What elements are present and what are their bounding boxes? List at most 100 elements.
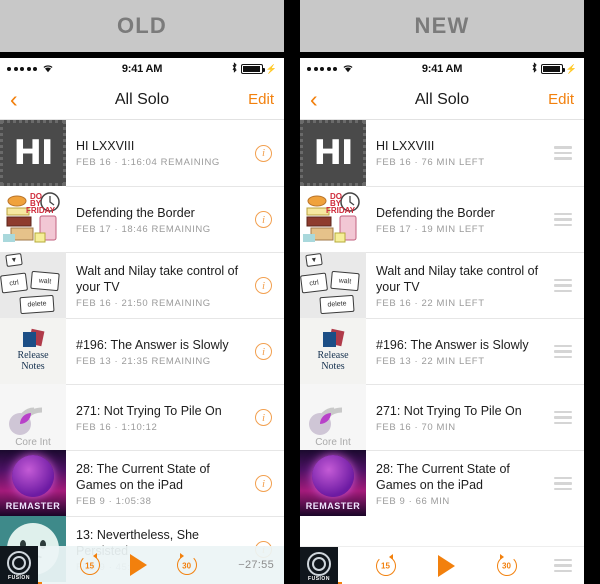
reorder-handle-icon[interactable]: [554, 410, 572, 425]
reorder-handle-icon[interactable]: [554, 212, 572, 227]
episode-title: Walt and Nilay take control of your TV: [76, 263, 239, 294]
phone-screen-old: 9:41 AM ⚡ ‹ All Solo Edit HI HI LXXVIII …: [0, 58, 284, 584]
panel-caption-old: OLD: [0, 0, 284, 52]
key-walt: walt: [30, 270, 60, 292]
artwork-core-int-label: Core Int: [315, 437, 351, 448]
episode-title: 271: Not Trying To Pile On: [76, 403, 222, 418]
artwork-remaster-label: REMASTER: [305, 501, 361, 511]
info-icon[interactable]: i: [255, 475, 272, 492]
artwork-ctrl-walt-delete: ▼ ctrl walt delete: [300, 252, 366, 318]
info-icon[interactable]: i: [255, 211, 272, 228]
artwork-hi: HI: [300, 120, 366, 186]
skip-back-15-icon[interactable]: 15: [79, 553, 100, 575]
episode-title: #196: The Answer is Slowly: [76, 337, 229, 352]
episode-title: HI LXXVIII: [76, 139, 135, 153]
table-row[interactable]: DO BY FRIDAY Defending the Border FEB 17…: [0, 186, 284, 252]
episode-meta: FEB 16 · 1:10:12: [76, 421, 158, 433]
artwork-release-notes-line1: Release: [317, 349, 349, 361]
info-icon[interactable]: i: [255, 277, 272, 294]
reorder-handle-icon[interactable]: [554, 344, 572, 359]
edit-button-old[interactable]: Edit: [248, 91, 274, 108]
episode-meta: FEB 16 · 70 MIN: [376, 421, 456, 433]
edit-button-new[interactable]: Edit: [548, 91, 574, 108]
episode-list-new[interactable]: HI HI LXXVIII FEB 16 · 76 MIN LEFT DO BY…: [300, 120, 584, 584]
table-row[interactable]: DO BY FRIDAY Defending the Border FEB 17…: [300, 186, 584, 252]
info-icon[interactable]: i: [255, 343, 272, 360]
page-title-old: All Solo: [114, 90, 170, 108]
table-row[interactable]: Release Notes #196: The Answer is Slowly…: [0, 318, 284, 384]
episode-title: #196: The Answer is Slowly: [376, 337, 529, 352]
skip-forward-30-icon[interactable]: 30: [496, 553, 517, 576]
row-texts: HI LXXVIII FEB 16 · 1:16:04 REMAINING: [76, 134, 247, 172]
fusion-label: FUSION: [308, 575, 330, 582]
now-playing-artwork-old[interactable]: FUSION: [0, 546, 38, 584]
panel-new: NEW 9:41 AM ⚡ ‹ All Solo Edit HI HI LXXV…: [300, 0, 584, 584]
row-texts: 271: Not Trying To Pile On FEB 16 · 1:10…: [76, 399, 247, 437]
play-icon[interactable]: [129, 554, 147, 576]
queue-handle-icon[interactable]: [554, 558, 572, 573]
status-bar-old: 9:41 AM ⚡: [0, 58, 284, 80]
episode-meta: FEB 16 · 22 MIN LEFT: [376, 297, 485, 309]
artwork-core-intuition: Core Int: [0, 384, 66, 450]
episode-meta: FEB 17 · 19 MIN LEFT: [376, 223, 485, 235]
table-row[interactable]: ▼ ctrl walt delete Walt and Nilay take c…: [300, 252, 584, 318]
reorder-handle-icon[interactable]: [554, 278, 572, 293]
table-row[interactable]: Release Notes #196: The Answer is Slowly…: [300, 318, 584, 384]
now-playing-bar-new[interactable]: FUSION 15 30: [300, 546, 584, 584]
key-ctrl: ctrl: [300, 272, 328, 294]
artwork-remaster: REMASTER: [0, 450, 66, 516]
episode-meta: FEB 16 · 1:16:04 REMAINING: [76, 157, 220, 168]
table-row[interactable]: Core Int 271: Not Trying To Pile On FEB …: [300, 384, 584, 450]
artwork-hi-label: HI: [313, 133, 353, 173]
episode-title: 28: The Current State of Games on the iP…: [376, 461, 510, 492]
info-icon[interactable]: i: [255, 144, 272, 162]
battery-icon: [540, 64, 565, 74]
now-playing-artwork-new[interactable]: FUSION: [300, 546, 338, 584]
table-row[interactable]: HI HI LXXVIII FEB 16 · 76 MIN LEFT: [300, 120, 584, 186]
table-row[interactable]: Core Int 271: Not Trying To Pile On FEB …: [0, 384, 284, 450]
episode-list-old[interactable]: HI HI LXXVIII FEB 16 · 1:16:04 REMAINING…: [0, 120, 284, 584]
artwork-core-int-label: Core Int: [15, 437, 51, 448]
row-texts: #196: The Answer is Slowly FEB 13 · 21:3…: [76, 333, 247, 371]
skip-back-15-icon[interactable]: 15: [375, 553, 396, 576]
artwork-hi: HI: [0, 120, 66, 186]
table-row[interactable]: REMASTER 28: The Current State of Games …: [300, 450, 584, 516]
skip-forward-30-icon[interactable]: 30: [176, 553, 197, 575]
panel-old: OLD 9:41 AM ⚡ ‹ All Solo Edit HI HI LXXV…: [0, 0, 284, 584]
nav-bar-new: ‹ All Solo Edit: [300, 80, 584, 120]
play-icon[interactable]: [437, 554, 455, 577]
key-delete: delete: [19, 294, 55, 315]
books-icon: [22, 328, 45, 348]
table-row[interactable]: REMASTER 28: The Current State of Games …: [0, 450, 284, 516]
info-icon[interactable]: i: [255, 409, 272, 426]
artwork-remaster: REMASTER: [300, 450, 366, 516]
row-texts: Walt and Nilay take control of your TV F…: [376, 259, 546, 313]
artwork-remaster-label: REMASTER: [5, 501, 61, 511]
artwork-do-by-friday: DO BY FRIDAY: [300, 186, 366, 252]
episode-meta: FEB 9 · 1:05:38: [76, 495, 152, 507]
episode-meta: FEB 16 · 21:50 REMAINING: [76, 297, 211, 309]
transport-controls-new: 15 30: [338, 553, 554, 577]
episode-title: 28: The Current State of Games on the iP…: [76, 461, 210, 492]
episode-title: Walt and Nilay take control of your TV: [376, 263, 539, 294]
reorder-handle-icon[interactable]: [554, 476, 572, 491]
reorder-handle-icon[interactable]: [554, 146, 572, 160]
episode-meta: FEB 13 · 22 MIN LEFT: [376, 355, 485, 367]
now-playing-bar-old[interactable]: FUSION 15 30 −27:55: [0, 546, 284, 584]
row-texts: 28: The Current State of Games on the iP…: [76, 457, 247, 511]
episode-title: 271: Not Trying To Pile On: [376, 403, 522, 418]
artwork-do-by-friday: DO BY FRIDAY: [0, 186, 66, 252]
artwork-release-notes: Release Notes: [0, 318, 66, 384]
row-texts: Defending the Border FEB 17 · 19 MIN LEF…: [376, 201, 546, 239]
status-bar-new: 9:41 AM ⚡: [300, 58, 584, 80]
battery-icon: [240, 64, 265, 74]
table-row[interactable]: HI HI LXXVIII FEB 16 · 1:16:04 REMAINING…: [0, 120, 284, 186]
comparison-stage: OLD 9:41 AM ⚡ ‹ All Solo Edit HI HI LXXV…: [0, 0, 600, 584]
episode-title: HI LXXVIII: [376, 139, 435, 153]
table-row[interactable]: ▼ ctrl walt delete Walt and Nilay take c…: [0, 252, 284, 318]
globe-graphic: [312, 455, 354, 498]
fusion-label: FUSION: [8, 575, 30, 581]
episode-meta: FEB 17 · 18:46 REMAINING: [76, 223, 211, 235]
key-walt: walt: [330, 270, 360, 292]
artwork-ctrl-walt-delete: ▼ ctrl walt delete: [0, 252, 66, 318]
